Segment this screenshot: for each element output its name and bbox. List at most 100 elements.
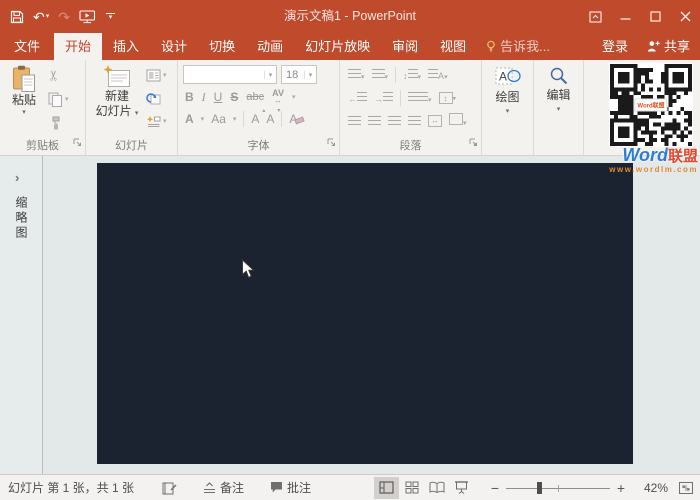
bold-button[interactable]: B bbox=[185, 90, 194, 104]
ribbon-display-options-button[interactable] bbox=[580, 0, 610, 33]
italic-button[interactable]: I bbox=[202, 90, 206, 105]
comments-button[interactable]: 批注 bbox=[270, 479, 311, 496]
save-button[interactable] bbox=[10, 10, 24, 24]
strikethrough-button[interactable]: S bbox=[230, 90, 238, 104]
dialog-launcher-icon bbox=[73, 138, 82, 147]
drawing-button[interactable]: A 绘图 ▾ bbox=[482, 66, 533, 115]
paragraph-dialog-launcher[interactable] bbox=[469, 134, 478, 152]
line-spacing-caret[interactable]: ▾ bbox=[418, 74, 422, 81]
text-direction-button[interactable]: A▾ bbox=[428, 69, 448, 82]
change-case-caret[interactable]: ▾ bbox=[233, 115, 237, 123]
font-color-button[interactable]: A bbox=[185, 112, 194, 126]
font-size-combo[interactable]: 18 ▾ bbox=[281, 65, 317, 84]
proofing-status-button[interactable] bbox=[162, 481, 177, 495]
undo-dropdown-caret[interactable]: ▾ bbox=[46, 13, 50, 20]
grow-font-button[interactable]: A ▴ bbox=[251, 112, 259, 126]
text-shadow-button[interactable]: abc bbox=[246, 91, 264, 103]
character-spacing-button[interactable]: AV ↔ bbox=[272, 89, 284, 105]
editing-button[interactable]: 编辑 ▾ bbox=[534, 66, 583, 113]
bullets-caret[interactable]: ▾ bbox=[361, 74, 365, 81]
fit-slide-to-window-button[interactable] bbox=[678, 481, 694, 495]
clipboard-group: 粘贴 ▾ ✂ ▾ bbox=[0, 60, 86, 155]
zoom-slider-thumb[interactable] bbox=[537, 482, 542, 494]
shrink-font-caret: ▾ bbox=[277, 107, 280, 114]
thumbnail-pane-collapsed[interactable]: › 缩略图 bbox=[0, 156, 43, 474]
shrink-font-button[interactable]: A ▾ bbox=[266, 112, 274, 126]
editing-find-icon bbox=[549, 66, 569, 86]
font-name-caret[interactable]: ▾ bbox=[264, 71, 276, 79]
zoom-slider[interactable] bbox=[506, 481, 610, 495]
maximize-button[interactable] bbox=[640, 0, 670, 33]
align-center-button[interactable] bbox=[368, 116, 381, 126]
cut-button[interactable]: ✂ bbox=[48, 66, 69, 84]
tab-slideshow[interactable]: 幻灯片放映 bbox=[294, 33, 381, 60]
tab-home[interactable]: 开始 bbox=[54, 33, 102, 60]
notes-button[interactable]: 备注 bbox=[203, 479, 244, 496]
paragraph-row-1: ▾ ▾ ↕▾ A▾ bbox=[348, 67, 448, 83]
minimize-button[interactable] bbox=[610, 0, 640, 33]
section-button[interactable]: ▾ bbox=[146, 112, 167, 130]
tab-view[interactable]: 视图 bbox=[429, 33, 477, 60]
slide-layout-button[interactable]: ▾ bbox=[146, 66, 167, 84]
line-spacing-button[interactable]: ↕▾ bbox=[403, 69, 421, 82]
columns-caret[interactable]: ▾ bbox=[428, 97, 432, 104]
increase-indent-button[interactable]: → bbox=[374, 92, 393, 105]
underline-button[interactable]: U bbox=[214, 90, 223, 104]
numbering-button[interactable]: ▾ bbox=[372, 69, 389, 82]
smartart-button[interactable]: ▾ bbox=[449, 113, 467, 128]
tab-animations[interactable]: 动画 bbox=[246, 33, 294, 60]
copy-button[interactable]: ▾ bbox=[48, 90, 69, 108]
signin-button[interactable]: 登录 bbox=[591, 33, 639, 60]
tellme-box[interactable]: 告诉我... bbox=[477, 33, 559, 60]
font-color-caret[interactable]: ▾ bbox=[201, 115, 205, 123]
clipboard-dialog-launcher[interactable] bbox=[73, 134, 82, 152]
view-normal-button[interactable] bbox=[374, 477, 399, 499]
new-slide-button[interactable]: 新建 幻灯片 ▾ bbox=[92, 65, 142, 121]
change-case-button[interactable]: Aa bbox=[211, 112, 226, 126]
character-spacing-caret[interactable]: ▾ bbox=[292, 93, 296, 101]
paste-button[interactable]: 粘贴 ▾ bbox=[5, 65, 43, 116]
reset-slide-button[interactable] bbox=[146, 89, 167, 107]
tab-design[interactable]: 设计 bbox=[150, 33, 198, 60]
font-size-caret[interactable]: ▾ bbox=[304, 71, 316, 79]
text-direction-caret[interactable]: ▾ bbox=[444, 74, 448, 81]
tab-insert[interactable]: 插入 bbox=[102, 33, 150, 60]
share-button[interactable]: 共享 bbox=[639, 33, 700, 60]
redo-button-disabled[interactable]: ↷ bbox=[58, 10, 70, 24]
bullets-button[interactable]: ▾ bbox=[348, 69, 365, 82]
distribute-button[interactable]: ↔ bbox=[428, 115, 442, 127]
tab-transitions[interactable]: 切换 bbox=[198, 33, 246, 60]
customize-qat-button[interactable]: ▾ bbox=[105, 13, 116, 20]
slide-canvas[interactable] bbox=[97, 163, 633, 464]
new-slide-caret: ▾ bbox=[135, 110, 139, 117]
decrease-indent-button[interactable]: ← bbox=[348, 92, 367, 105]
font-dialog-launcher[interactable] bbox=[327, 134, 336, 152]
align-left-button[interactable] bbox=[348, 116, 361, 126]
justify-button[interactable] bbox=[408, 116, 421, 126]
view-slideshow-button[interactable] bbox=[449, 477, 474, 499]
increase-indent-arrow: → bbox=[374, 94, 383, 104]
zoom-out-button[interactable]: − bbox=[488, 480, 502, 496]
tab-file[interactable]: 文件 bbox=[0, 33, 54, 60]
close-button[interactable] bbox=[670, 0, 700, 33]
align-text-button[interactable]: ↕▾ bbox=[439, 92, 457, 104]
numbering-caret[interactable]: ▾ bbox=[385, 74, 389, 81]
slide-counter[interactable]: 幻灯片 第 1 张，共 1 张 bbox=[8, 479, 134, 496]
dialog-launcher-icon bbox=[327, 138, 336, 147]
zoom-in-button[interactable]: + bbox=[614, 480, 628, 496]
undo-button[interactable]: ↶ ▾ bbox=[33, 10, 49, 24]
section-caret: ▾ bbox=[163, 117, 167, 125]
view-slide-sorter-button[interactable] bbox=[399, 477, 424, 499]
start-slideshow-button[interactable] bbox=[79, 10, 96, 24]
columns-button[interactable]: ▾ bbox=[408, 92, 432, 105]
clear-formatting-button[interactable]: A bbox=[289, 112, 304, 126]
zoom-level[interactable]: 42% bbox=[632, 481, 668, 495]
view-reading-button[interactable] bbox=[424, 477, 449, 499]
tab-review[interactable]: 审阅 bbox=[381, 33, 429, 60]
smartart-caret[interactable]: ▾ bbox=[463, 120, 467, 127]
align-right-button[interactable] bbox=[388, 116, 401, 126]
format-painter-button[interactable] bbox=[48, 114, 69, 132]
expand-pane-chevron-icon[interactable]: › bbox=[15, 170, 19, 185]
align-text-caret[interactable]: ▾ bbox=[453, 96, 457, 103]
font-name-combo[interactable]: ▾ bbox=[183, 65, 277, 84]
